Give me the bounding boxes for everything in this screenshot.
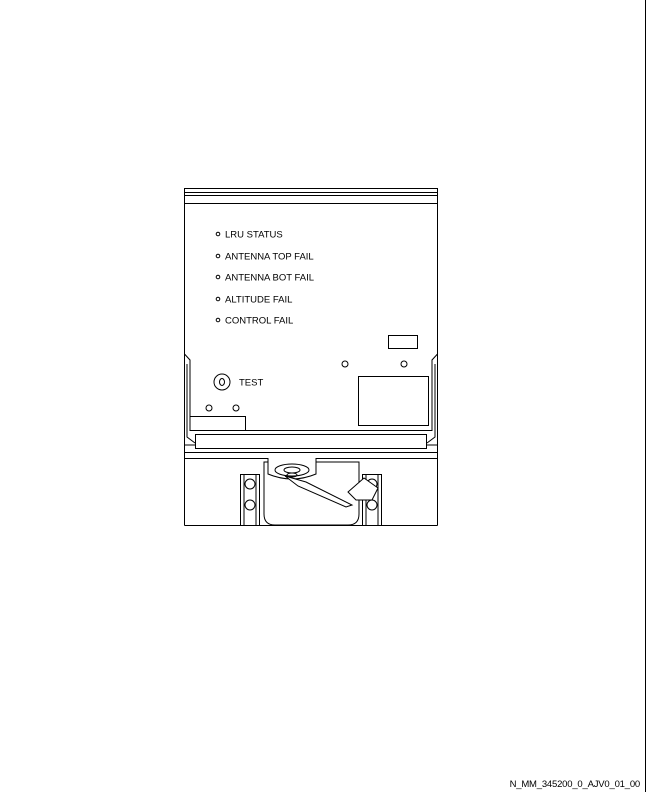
test-button[interactable] (213, 373, 231, 391)
screw (400, 360, 408, 368)
clamp-block-left (240, 474, 260, 526)
lru-status-lamp (215, 231, 221, 237)
indicator-label: ANTENNA TOP FAIL (225, 252, 314, 263)
indicator-label: LRU STATUS (225, 230, 283, 241)
test-button-label: TEST (239, 378, 263, 389)
control-fail-lamp (215, 317, 221, 323)
altitude-fail-lamp (215, 296, 221, 302)
side-flanges (184, 354, 438, 446)
screw (232, 404, 240, 412)
top-rim (184, 188, 438, 204)
figure-id: N_MM_345200_0_AJV0_01_00 (509, 779, 641, 790)
hold-down-knob[interactable] (267, 458, 317, 480)
indicator-label: CONTROL FAIL (225, 316, 293, 327)
screw (205, 404, 213, 412)
bottom-rail (195, 434, 427, 449)
lower-left-tab (190, 416, 246, 431)
label-plate (388, 335, 418, 349)
face-plate (184, 188, 438, 431)
indicator-label: ANTENNA BOT FAIL (225, 273, 314, 284)
antenna-bot-fail-lamp (215, 274, 221, 280)
page-border (645, 0, 646, 792)
indicator-lamps (215, 231, 221, 323)
lru-front-panel-diagram: LRU STATUS ANTENNA TOP FAIL ANTENNA BOT … (184, 188, 438, 526)
connector-window (358, 376, 429, 426)
antenna-top-fail-lamp (215, 253, 221, 259)
indicator-label: ALTITUDE FAIL (225, 295, 292, 306)
screw (341, 360, 349, 368)
panel-screws (205, 360, 408, 412)
